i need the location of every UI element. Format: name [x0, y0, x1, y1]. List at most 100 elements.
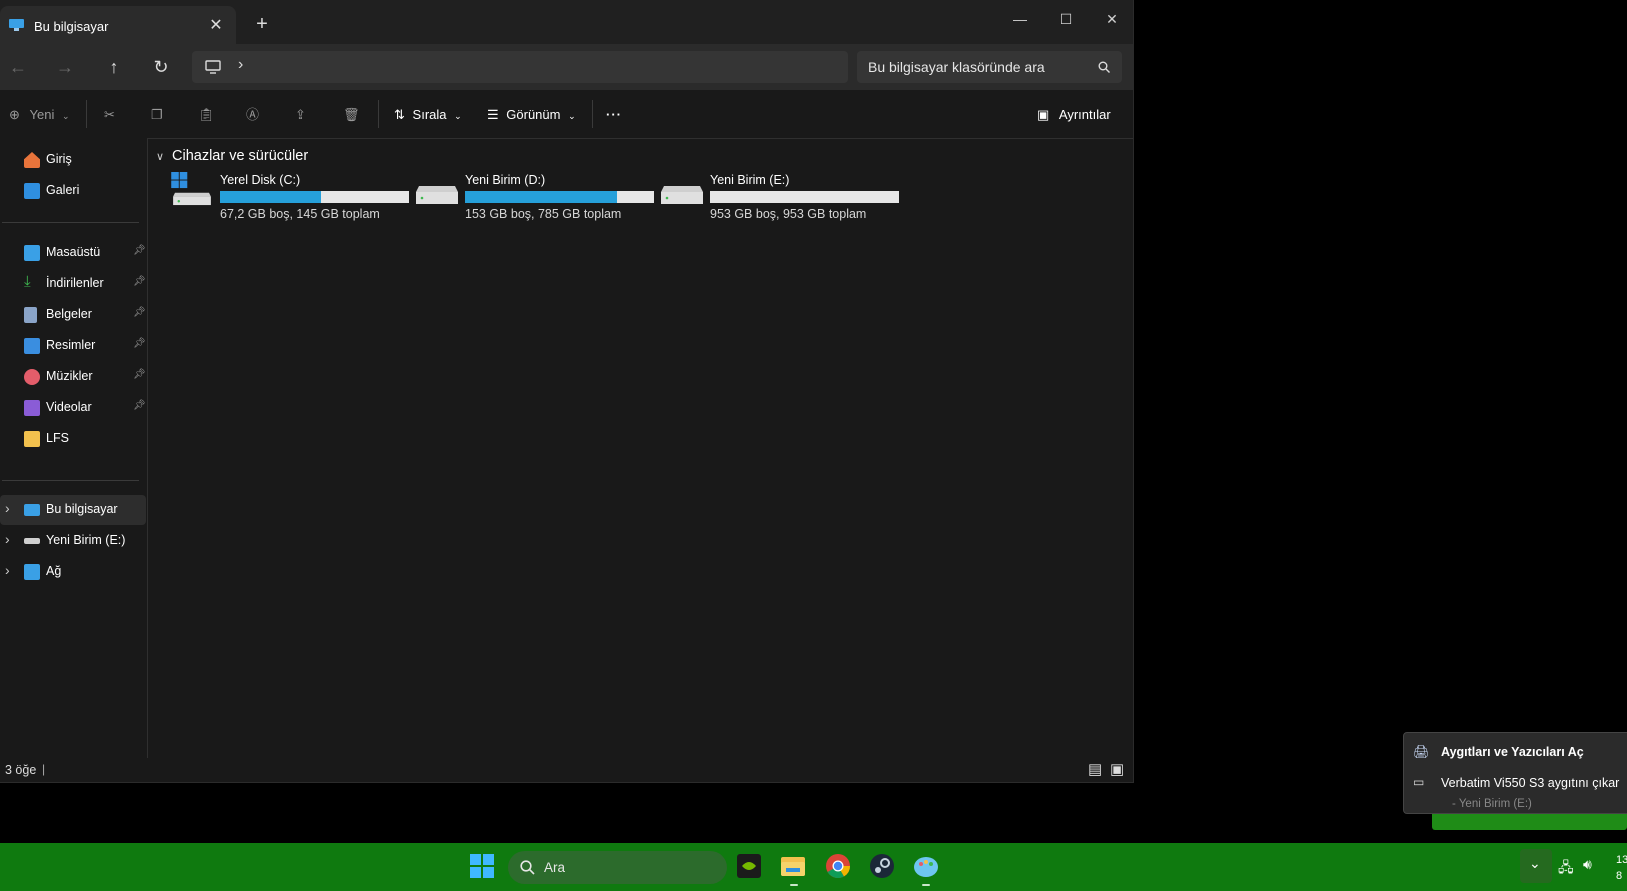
sidebar-item-label: Bu bilgisayar: [46, 502, 118, 516]
pin-icon[interactable]: 📌︎: [133, 307, 146, 318]
chevron-down-icon: ⌄: [568, 111, 576, 121]
sidebar-item-bu-bilgisayar[interactable]: › Bu bilgisayar: [0, 495, 146, 525]
volume-icon[interactable]: 🔊︎: [1583, 856, 1592, 873]
sidebar-item-videolar[interactable]: Videolar 📌︎: [0, 393, 146, 423]
drive-tile-c[interactable]: Yerel Disk (C:) 67,2 GB boş, 145 GB topl…: [170, 170, 410, 221]
navigation-pane: Giriş Galeri Masaüstü 📌︎ ⤓ İndirilenler …: [0, 138, 148, 758]
pictures-icon: [24, 338, 40, 354]
sidebar-item-resimler[interactable]: Resimler 📌︎: [0, 331, 146, 361]
sort-button[interactable]: ⇅ Sırala ⌄: [394, 104, 462, 126]
sidebar-item-label: LFS: [46, 431, 69, 445]
drive-usage-fill: [220, 191, 322, 203]
sidebar-item-giris[interactable]: Giriş: [0, 145, 146, 175]
more-options-icon[interactable]: ···: [606, 104, 622, 126]
status-bar: 3 öğe | ▤ ▣: [0, 758, 1133, 782]
sort-label: Sırala: [412, 107, 447, 122]
sidebar-item-lfs[interactable]: LFS: [0, 424, 146, 454]
drive-tile-e[interactable]: Yeni Birim (E:) 953 GB boş, 953 GB topla…: [660, 170, 900, 221]
nvidia-icon[interactable]: [735, 852, 763, 880]
new-button[interactable]: ⊕ Yeni ⌄: [9, 104, 70, 126]
eject-volume-item[interactable]: - Yeni Birim (E:): [1452, 798, 1532, 810]
videos-icon: [24, 400, 40, 416]
chevron-right-icon[interactable]: ›: [5, 500, 10, 516]
minimize-button[interactable]: —: [1005, 8, 1035, 30]
pin-icon[interactable]: 📌︎: [133, 369, 146, 380]
chrome-icon[interactable]: [824, 852, 852, 880]
view-button[interactable]: ☰ Görünüm ⌄: [487, 104, 576, 126]
pin-icon[interactable]: 📌︎: [133, 245, 146, 256]
new-tab-button[interactable]: +: [251, 14, 273, 36]
close-window-button[interactable]: ✕: [1097, 8, 1127, 30]
sidebar-item-galeri[interactable]: Galeri: [0, 176, 146, 206]
close-tab-button[interactable]: ✕: [204, 15, 228, 37]
drive-name: Yerel Disk (C:): [220, 173, 301, 187]
folder-icon: [24, 431, 40, 447]
delete-icon[interactable]: 🗑︎: [343, 104, 360, 126]
pin-icon[interactable]: 📌︎: [133, 276, 146, 287]
this-pc-icon: [24, 504, 40, 516]
pin-icon[interactable]: 📌︎: [133, 338, 146, 349]
address-bar[interactable]: ›: [192, 51, 848, 83]
cut-icon[interactable]: ✂: [104, 104, 115, 126]
copy-icon[interactable]: ❐: [151, 104, 163, 126]
drive-space-info: 67,2 GB boş, 145 GB toplam: [220, 207, 380, 221]
search-input[interactable]: Bu bilgisayar klasöründe ara: [857, 51, 1122, 83]
back-arrow-icon[interactable]: ←: [6, 56, 30, 80]
view-label: Görünüm: [506, 107, 561, 122]
drive-space-info: 153 GB boş, 785 GB toplam: [465, 207, 622, 221]
tiles-view-icon[interactable]: ▣: [1110, 760, 1124, 778]
tab-bu-bilgisayar[interactable]: Bu bilgisayar ✕: [0, 6, 236, 46]
details-button[interactable]: ▣ Ayrıntılar: [1037, 104, 1111, 126]
navigation-bar: ← → ↑ ↻ › Bu bilgisayar klasöründe ara: [0, 44, 1133, 90]
chevron-down-icon: ⌄: [454, 111, 462, 121]
drive-icon: [416, 186, 458, 204]
paint-icon[interactable]: [912, 852, 940, 880]
content-pane: ∨ Cihazlar ve sürücüler Yerel Disk (C:) …: [148, 138, 1132, 758]
clock-time: 13: [1616, 854, 1627, 866]
sidebar-divider: [2, 222, 139, 223]
network-status-icon[interactable]: 🖧︎: [1558, 857, 1574, 881]
usb-drive-icon: ▭: [1413, 775, 1425, 789]
breadcrumb-chevron-icon[interactable]: ›: [238, 56, 243, 74]
windows-drive-icon: [171, 172, 211, 206]
sidebar-item-masaustu[interactable]: Masaüstü 📌︎: [0, 238, 146, 268]
chevron-right-icon[interactable]: ›: [5, 562, 10, 578]
drive-usage-bar: [465, 191, 654, 203]
documents-icon: [24, 307, 37, 323]
this-pc-icon: [9, 19, 24, 31]
new-label: Yeni: [29, 107, 55, 122]
clock[interactable]: 13 8: [1616, 852, 1627, 884]
share-icon[interactable]: ⇪: [295, 104, 306, 126]
details-label: Ayrıntılar: [1058, 107, 1111, 122]
sidebar-item-muzikler[interactable]: Müzikler 📌︎: [0, 362, 146, 392]
eject-device-item[interactable]: Verbatim Vi550 S3 aygıtını çıkar: [1441, 776, 1619, 790]
windows-start-icon[interactable]: [468, 852, 496, 880]
file-explorer-icon[interactable]: [779, 852, 807, 880]
drive-tile-d[interactable]: Yeni Birim (D:) 153 GB boş, 785 GB topla…: [415, 170, 655, 221]
rename-icon[interactable]: Ⓐ: [246, 104, 259, 126]
sidebar-item-belgeler[interactable]: Belgeler 📌︎: [0, 300, 146, 330]
maximize-button[interactable]: ☐: [1051, 8, 1081, 30]
sidebar-item-ag[interactable]: › Ağ: [0, 557, 146, 587]
pin-icon[interactable]: 📌︎: [133, 400, 146, 411]
group-header[interactable]: Cihazlar ve sürücüler: [172, 148, 308, 164]
sidebar-item-label: Galeri: [46, 183, 80, 197]
chevron-down-icon[interactable]: ∨: [156, 150, 164, 163]
taskbar-search[interactable]: Ara: [508, 851, 727, 884]
forward-arrow-icon[interactable]: →: [53, 56, 77, 80]
sidebar-item-indirilenler[interactable]: ⤓ İndirilenler 📌︎: [0, 269, 146, 299]
tab-title: Bu bilgisayar: [34, 19, 109, 34]
refresh-icon[interactable]: ↻: [149, 56, 173, 80]
details-view-icon[interactable]: ▤: [1088, 760, 1102, 778]
sidebar-item-label: Müzikler: [46, 369, 93, 383]
sidebar-item-label: Videolar: [46, 400, 92, 414]
up-arrow-icon[interactable]: ↑: [102, 56, 126, 80]
show-hidden-icons-button[interactable]: ⌄: [1520, 849, 1552, 883]
sidebar-item-yeni-birim-e[interactable]: › Yeni Birim (E:): [0, 526, 146, 556]
paste-icon[interactable]: 📋︎: [198, 104, 215, 126]
eject-device-menu: 🖨︎ Aygıtları ve Yazıcıları Aç ▭ Verbatim…: [1403, 732, 1627, 814]
home-icon: [24, 152, 40, 168]
steam-icon[interactable]: [868, 852, 896, 880]
open-devices-printers-item[interactable]: Aygıtları ve Yazıcıları Aç: [1441, 745, 1584, 759]
chevron-right-icon[interactable]: ›: [5, 531, 10, 547]
